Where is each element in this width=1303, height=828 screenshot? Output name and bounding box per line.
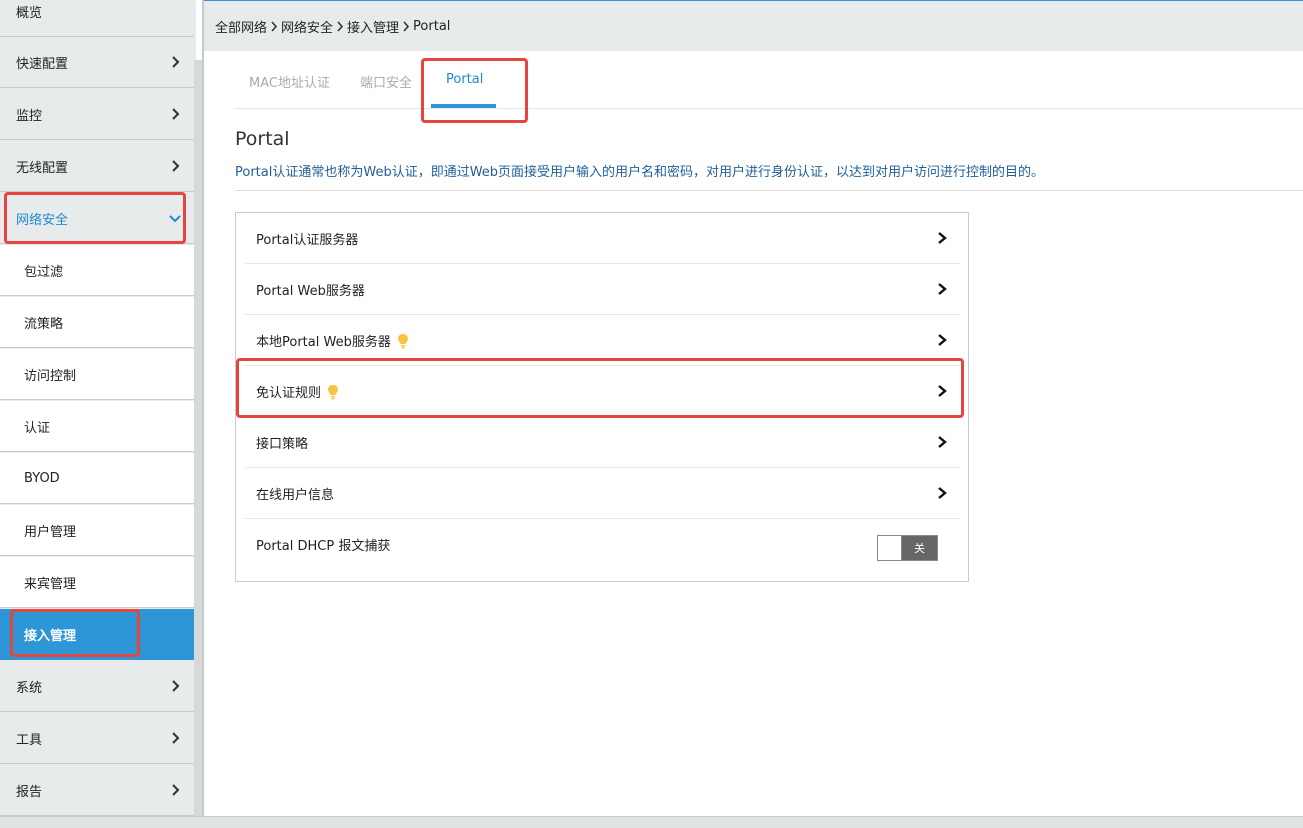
sidebar-item-overview[interactable]: 概览	[0, 0, 194, 37]
row-auth-free-rules[interactable]: 免认证规则	[245, 366, 960, 417]
sidebar-item-label: 用户管理	[24, 524, 77, 540]
row-portal-auth-server[interactable]: Portal认证服务器	[245, 213, 960, 264]
section-divider	[235, 190, 1303, 191]
sidebar-item-label: 访问控制	[24, 368, 77, 384]
sidebar-item-label: 无线配置	[16, 160, 69, 176]
chevron-right-icon	[337, 20, 344, 32]
sidebar-item-label: 工具	[16, 732, 43, 748]
sidebar-item-label: BYOD	[24, 470, 60, 486]
sidebar-item-wireless-config[interactable]: 无线配置	[0, 141, 194, 192]
sidebar-item-label: 系统	[16, 680, 43, 696]
row-portal-web-server[interactable]: Portal Web服务器	[245, 264, 960, 315]
chevron-right-icon	[172, 732, 180, 744]
chevron-right-icon	[938, 232, 947, 244]
row-label: Portal认证服务器	[256, 232, 359, 248]
sidebar-item-monitor[interactable]: 监控	[0, 89, 194, 140]
breadcrumb-item[interactable]: 全部网络	[215, 17, 267, 36]
highlight-box	[421, 58, 528, 123]
chevron-right-icon	[938, 487, 947, 499]
sidebar-item-label: 概览	[16, 5, 43, 21]
sidebar-item-access-control[interactable]: 访问控制	[0, 349, 194, 400]
sidebar-item-quick-config[interactable]: 快速配置	[0, 37, 194, 88]
sidebar-item-label: 网络安全	[16, 212, 69, 228]
page-description: Portal认证通常也称为Web认证，即通过Web页面接受用户输入的用户名和密码…	[235, 165, 1045, 180]
sidebar-item-label: 流策略	[24, 316, 64, 332]
sidebar-item-guest-management[interactable]: 来宾管理	[0, 557, 194, 608]
dhcp-capture-toggle[interactable]: 关	[877, 535, 938, 561]
chevron-right-icon	[938, 385, 947, 397]
row-interface-policy[interactable]: 接口策略	[245, 417, 960, 468]
row-label: 本地Portal Web服务器	[256, 334, 391, 350]
sidebar-item-label: 快速配置	[16, 56, 69, 72]
chevron-right-icon	[271, 20, 278, 32]
sidebar-item-label: 报告	[16, 784, 43, 800]
sidebar: 概览 快速配置 监控 无线配置 网络安全 包过滤 流策略 访问控制 认证 BYO…	[0, 0, 196, 828]
row-label: 免认证规则	[256, 385, 322, 401]
row-portal-dhcp-capture: Portal DHCP 报文捕获 关	[245, 519, 960, 570]
tab-port-security[interactable]: 端口安全	[360, 72, 412, 91]
row-label: Portal DHCP 报文捕获	[256, 539, 391, 554]
toggle-knob	[878, 536, 902, 560]
lightbulb-icon[interactable]	[327, 384, 339, 400]
sidebar-item-reports[interactable]: 报告	[0, 765, 194, 816]
chevron-right-icon	[172, 784, 180, 796]
sidebar-item-system[interactable]: 系统	[0, 661, 194, 712]
row-online-user-info[interactable]: 在线用户信息	[245, 468, 960, 519]
breadcrumb-current: Portal	[413, 18, 451, 34]
chevron-right-icon	[172, 108, 180, 120]
chevron-right-icon	[938, 283, 947, 295]
sidebar-item-access-management[interactable]: 接入管理	[0, 609, 194, 660]
lightbulb-icon[interactable]	[397, 333, 409, 349]
tab-portal[interactable]: Portal	[446, 72, 483, 87]
breadcrumb: 全部网络 网络安全 接入管理 Portal	[204, 0, 1303, 51]
sidebar-item-flow-policy[interactable]: 流策略	[0, 297, 194, 348]
tab-mac-auth[interactable]: MAC地址认证	[249, 72, 330, 91]
toggle-state-label: 关	[914, 542, 925, 555]
chevron-down-icon	[169, 215, 181, 223]
page-title: Portal	[235, 128, 290, 150]
chevron-right-icon	[172, 160, 180, 172]
chevron-right-icon	[172, 56, 180, 68]
sidebar-item-user-management[interactable]: 用户管理	[0, 505, 194, 556]
tabs-divider	[235, 108, 1303, 109]
row-label: Portal Web服务器	[256, 283, 365, 299]
chevron-right-icon	[403, 20, 410, 32]
horizontal-scrollbar[interactable]	[0, 816, 1303, 828]
chevron-right-icon	[172, 680, 180, 692]
sidebar-item-label: 监控	[16, 108, 43, 124]
chevron-right-icon	[938, 436, 947, 448]
sidebar-divider	[202, 0, 204, 828]
row-local-portal-web-server[interactable]: 本地Portal Web服务器	[245, 315, 960, 366]
sidebar-item-tools[interactable]: 工具	[0, 713, 194, 764]
sidebar-item-packet-filter[interactable]: 包过滤	[0, 245, 194, 296]
sidebar-item-label: 来宾管理	[24, 576, 77, 592]
sidebar-item-label: 认证	[24, 420, 51, 436]
sidebar-item-label: 接入管理	[24, 628, 77, 644]
sidebar-item-network-security[interactable]: 网络安全	[0, 193, 194, 244]
chevron-right-icon	[938, 334, 947, 346]
sidebar-item-authentication[interactable]: 认证	[0, 401, 194, 452]
row-label: 接口策略	[256, 436, 309, 452]
breadcrumb-item[interactable]: 接入管理	[347, 17, 399, 36]
breadcrumb-item[interactable]: 网络安全	[281, 17, 333, 36]
sidebar-scrollbar[interactable]	[194, 60, 202, 820]
portal-settings-card: Portal认证服务器 Portal Web服务器 本地Portal Web服务…	[235, 212, 969, 582]
sidebar-item-label: 包过滤	[24, 264, 64, 280]
sidebar-item-byod[interactable]: BYOD	[0, 453, 194, 504]
row-label: 在线用户信息	[256, 487, 335, 503]
